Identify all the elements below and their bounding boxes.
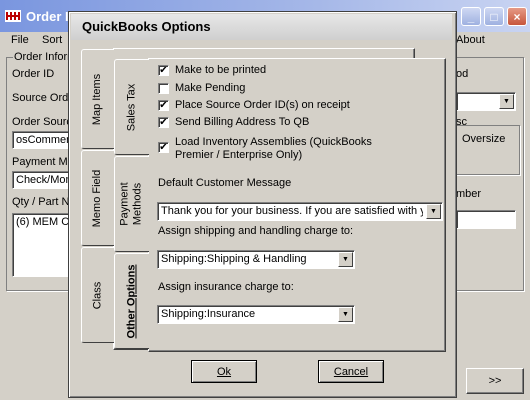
app-icon (4, 8, 22, 24)
menu-file[interactable]: File (11, 34, 29, 46)
dialog-title: QuickBooks Options (71, 14, 452, 40)
insurance-value: Shipping:Insurance (161, 308, 256, 320)
check-icon: ✔ (159, 64, 168, 76)
qty-part-label: Qty / Part Nu (12, 196, 76, 208)
maximize-icon[interactable]: □ (484, 7, 504, 26)
number-field[interactable] (456, 210, 516, 229)
insurance-combo[interactable]: Shipping:Insurance ▼ (157, 305, 355, 324)
send-billing-checkbox[interactable]: ✔ (158, 117, 169, 128)
tab-memo-field[interactable]: Memo Field (81, 150, 114, 246)
menu-sort[interactable]: Sort (42, 34, 62, 46)
minimize-icon[interactable]: _ (461, 7, 481, 26)
chevron-down-icon[interactable]: ▼ (499, 94, 514, 109)
order-source-field[interactable]: osCommerce (12, 131, 72, 149)
tab-class[interactable]: Class (81, 247, 114, 343)
close-icon[interactable]: × (507, 7, 527, 26)
shipping-label: Assign shipping and handling charge to: (158, 225, 354, 237)
tab-map-items[interactable]: Map Items (81, 49, 114, 149)
chevron-down-icon[interactable]: ▼ (426, 204, 441, 219)
tab-sales-tax[interactable]: Sales Tax (114, 59, 149, 155)
place-source-order-label: Place Source Order ID(s) on receipt (175, 99, 350, 111)
check-icon: ✔ (159, 116, 168, 128)
cancel-button[interactable]: Cancel (318, 360, 384, 383)
load-assemblies-label: Load Inventory Assemblies (QuickBooks Pr… (175, 136, 372, 161)
load-assemblies-checkbox[interactable]: ✔ (158, 142, 169, 153)
make-printed-checkbox[interactable]: ✔ (158, 65, 169, 76)
make-printed-label: Make to be printed (175, 64, 267, 76)
ok-button[interactable]: Ok (191, 360, 257, 383)
shipping-value: Shipping:Shipping & Handling (161, 253, 307, 265)
chevron-down-icon[interactable]: ▼ (338, 307, 353, 322)
method-combo[interactable]: ▼ (456, 92, 516, 111)
method-label: od (456, 68, 469, 80)
line-items-list[interactable]: (6) MEM CF S (12, 213, 72, 277)
oversize-label: Oversize (462, 133, 506, 145)
menu-about[interactable]: About (456, 34, 485, 46)
make-pending-label: Make Pending (175, 82, 246, 94)
check-icon: ✔ (159, 99, 168, 111)
send-billing-label: Send Billing Address To QB (175, 116, 310, 128)
default-message-label: Default Customer Message (158, 177, 292, 189)
check-icon: ✔ (159, 141, 168, 153)
make-pending-checkbox[interactable] (158, 83, 169, 94)
default-message-combo[interactable]: Thank you for your business. If you are … (157, 202, 443, 221)
shipping-combo[interactable]: Shipping:Shipping & Handling ▼ (157, 250, 355, 269)
tab-payment-methods[interactable]: Payment Methods (114, 156, 149, 252)
next-button[interactable]: >> (466, 368, 524, 394)
order-id-label: Order ID (12, 68, 55, 80)
tab-other-options[interactable]: Other Options (114, 253, 149, 349)
chevron-down-icon[interactable]: ▼ (338, 252, 353, 267)
number-label: mber (456, 188, 482, 200)
place-source-order-checkbox[interactable]: ✔ (158, 100, 169, 111)
default-message-value: Thank you for your business. If you are … (161, 205, 423, 217)
payment-method-field[interactable]: Check/Mone (12, 171, 72, 189)
insurance-label: Assign insurance charge to: (158, 281, 294, 293)
